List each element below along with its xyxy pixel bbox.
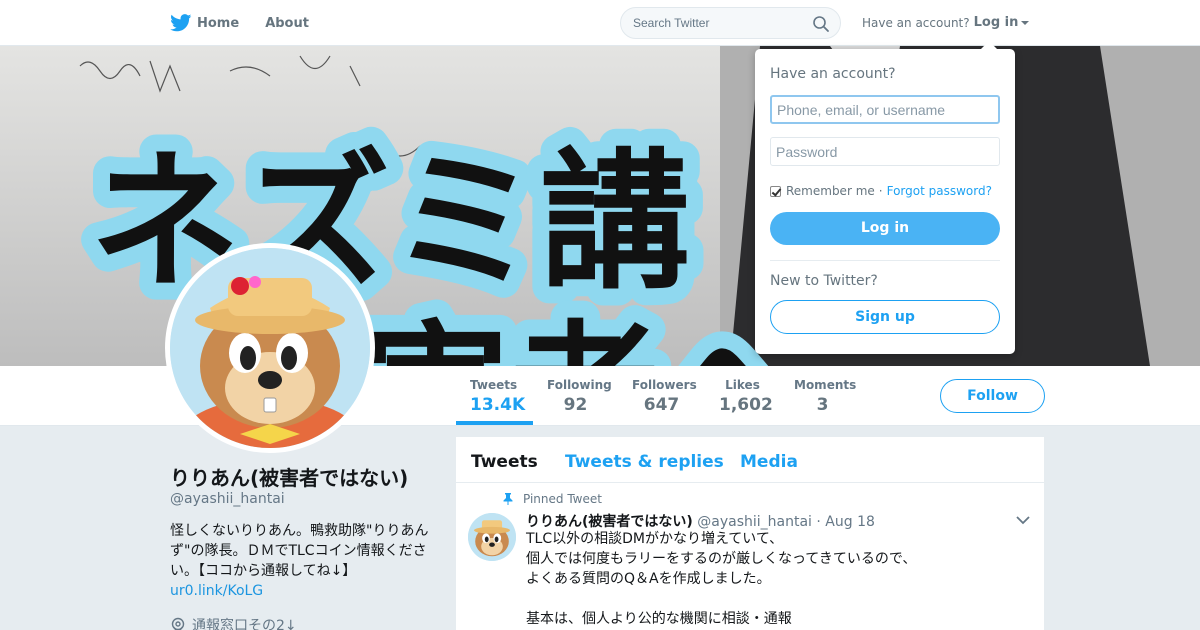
nav-home[interactable]: Home	[170, 14, 239, 32]
profile-avatar[interactable]	[165, 243, 375, 453]
search-icon[interactable]	[812, 15, 830, 33]
remember-me-checkbox[interactable]	[770, 185, 781, 197]
tweet-text: TLC以外の相談DMがかなり増えていて、 個人では何度もラリーをするのが厳しくな…	[526, 529, 1026, 629]
tweet-line: 個人では何度もラリーをするのが厳しくなってきているので、	[526, 551, 917, 567]
stat-following[interactable]: Following 92	[547, 378, 612, 415]
top-navigation-bar: Home About Have an account? Log in	[0, 0, 1200, 46]
timeline: Tweets Tweets & replies Media Pinned Twe…	[456, 437, 1044, 630]
login-dropdown-title: Have an account?	[770, 66, 896, 82]
nav-home-label: Home	[197, 15, 240, 31]
new-to-twitter-text: New to Twitter?	[770, 273, 878, 289]
chipmunk-avatar-thumb	[468, 513, 516, 561]
login-dropdown-toggle[interactable]: Log in	[974, 15, 1019, 30]
tweet-date[interactable]: · Aug 18	[816, 514, 875, 530]
stat-moments-value: 3	[816, 395, 829, 415]
tweet-avatar[interactable]	[468, 513, 516, 561]
tweet-line: よくある質問のQ＆Aを作成しました。	[526, 571, 771, 587]
profile-name: りりあん(被害者ではない)	[170, 466, 409, 490]
separator-dot: ·	[878, 184, 883, 198]
account-area: Have an account? Log in	[862, 15, 1030, 30]
chipmunk-avatar-image	[170, 248, 370, 448]
profile-location: 通報窓口その2↓	[170, 615, 297, 630]
stat-moments-label: Moments	[794, 378, 857, 392]
banner-headline-1: ネズミ講	[90, 136, 690, 310]
active-stat-underline	[456, 421, 533, 425]
stat-tweets-label: Tweets	[470, 378, 518, 392]
tweet-line: TLC以外の相談DMがかなり増えていて、	[526, 531, 784, 547]
username-field[interactable]	[770, 95, 1000, 124]
tweet-author-name[interactable]: りりあん(被害者ではない)	[526, 514, 693, 530]
stat-following-value: 92	[563, 395, 588, 415]
stat-likes-value: 1,602	[719, 395, 773, 415]
dropdown-arrow	[981, 41, 997, 49]
remember-me-label[interactable]: Remember me	[786, 184, 875, 198]
stat-followers-label: Followers	[632, 378, 697, 392]
tab-media[interactable]: Media	[740, 452, 798, 472]
profile-link[interactable]: ur0.link/KoLG	[170, 583, 263, 599]
tab-tweets-and-replies[interactable]: Tweets & replies	[565, 452, 724, 472]
forgot-password-link[interactable]: Forgot password?	[887, 184, 992, 198]
location-pin-icon	[171, 617, 185, 630]
tweet-line: 基本は、個人より公的な機関に相談・通報	[526, 611, 792, 627]
timeline-tabs: Tweets Tweets & replies Media	[456, 437, 1044, 483]
tweet-line	[526, 589, 1026, 609]
chevron-down-icon[interactable]	[1016, 515, 1030, 525]
nav-left: Home About	[170, 0, 335, 46]
pinned-tweet-label: Pinned Tweet	[503, 492, 602, 506]
pinned-tweet-text: Pinned Tweet	[523, 492, 602, 506]
nav-about[interactable]: About	[265, 16, 309, 31]
stat-likes[interactable]: Likes 1,602	[719, 378, 773, 415]
profile-location-text: 通報窓口その2↓	[192, 618, 297, 630]
profile-bio: 怪しくないりりあん。鴨救助隊"りりあんず"の隊長。ＤＭでTLCコイン情報ください…	[170, 523, 429, 579]
stat-tweets[interactable]: Tweets 13.4K	[470, 378, 526, 415]
have-account-text: Have an account?	[862, 15, 970, 30]
stat-following-label: Following	[547, 378, 612, 392]
password-field[interactable]	[770, 137, 1000, 166]
search-box	[620, 7, 841, 39]
follow-button[interactable]: Follow	[940, 379, 1045, 413]
login-dropdown: Have an account? Remember me · Forgot pa…	[755, 41, 1015, 354]
stat-likes-label: Likes	[725, 378, 760, 392]
profile-handle: @ayashii_hantai	[170, 491, 285, 507]
remember-me-row: Remember me · Forgot password?	[770, 184, 992, 198]
pin-icon	[503, 493, 513, 505]
stat-followers[interactable]: Followers 647	[632, 378, 697, 415]
twitter-bird-icon	[170, 14, 192, 32]
stat-moments[interactable]: Moments 3	[794, 378, 857, 415]
stat-followers-value: 647	[643, 395, 680, 415]
tweet-header: りりあん(被害者ではない) @ayashii_hantai · Aug 18	[526, 511, 875, 531]
tweet-author-handle[interactable]: @ayashii_hantai	[697, 514, 812, 530]
dropdown-divider	[770, 260, 1000, 261]
tab-tweets[interactable]: Tweets	[471, 452, 538, 472]
signup-button[interactable]: Sign up	[770, 300, 1000, 334]
login-button[interactable]: Log in	[770, 212, 1000, 245]
nav-about-label: About	[265, 15, 309, 31]
caret-down-icon[interactable]	[1021, 20, 1030, 25]
search-input[interactable]	[633, 14, 808, 32]
stat-tweets-value: 13.4K	[470, 395, 526, 415]
